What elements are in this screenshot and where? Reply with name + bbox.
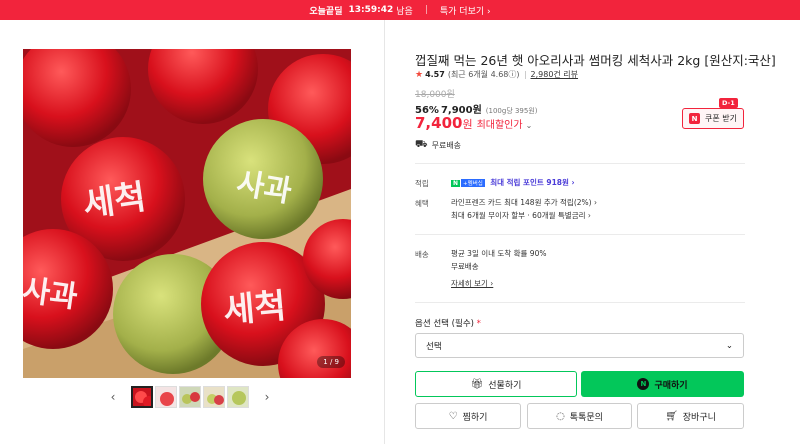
thumbnail-4[interactable] bbox=[203, 386, 225, 408]
promo-more-link[interactable]: 특가 더보기 › bbox=[440, 4, 491, 17]
thumbnail-5[interactable] bbox=[227, 386, 249, 408]
npay-n: N bbox=[451, 179, 461, 187]
cart-icon: 🛒︎ bbox=[665, 410, 678, 422]
delivery-fee: 무료배송 bbox=[451, 262, 479, 271]
option-label: 옵션 선택 (필수) * bbox=[415, 317, 481, 329]
promo-timer: 13:59:42 bbox=[348, 5, 394, 15]
thumbnail-1[interactable] bbox=[131, 386, 153, 408]
gift-icon: 🎁︎ bbox=[470, 378, 484, 390]
thumb-prev-icon[interactable]: ‹ bbox=[105, 390, 121, 404]
thumbnail-strip: ‹ › bbox=[105, 386, 275, 408]
naver-n-icon: N bbox=[689, 113, 700, 124]
option-select[interactable]: 선택 ⌄ bbox=[415, 333, 744, 358]
npay-membership-icon: N +멤버십 bbox=[451, 179, 485, 187]
benefit-card-link[interactable]: 라인프렌즈 카드 최대 148원 추가 적립(2%) › bbox=[451, 197, 597, 208]
rating-detail: (최근 6개월 4.68ⓘ) bbox=[447, 70, 520, 79]
coupon-dday-badge: D-1 bbox=[719, 98, 738, 108]
chevron-down-icon: ⌄ bbox=[525, 121, 533, 130]
section-divider bbox=[415, 234, 745, 235]
delivery-detail-link[interactable]: 자세히 보기 › bbox=[451, 278, 493, 289]
final-price: 7,400 bbox=[415, 114, 463, 132]
buy-button[interactable]: N 구매하기 bbox=[581, 371, 744, 397]
review-count-link[interactable]: 2,980건 리뷰 bbox=[531, 69, 579, 80]
option-select-value: 선택 bbox=[426, 341, 442, 352]
promo-timer-suffix: 남음 bbox=[396, 6, 413, 17]
product-main-image[interactable]: 세척 사과 세척 사과 1 / 9 bbox=[23, 49, 351, 378]
cart-label: 장바구니 bbox=[682, 412, 716, 423]
svg-text:사과: 사과 bbox=[23, 273, 80, 315]
section-divider bbox=[415, 302, 745, 303]
buy-label: 구매하기 bbox=[654, 380, 688, 391]
topbar-divider: | bbox=[424, 5, 428, 15]
thumb-next-icon[interactable]: › bbox=[259, 390, 275, 404]
apple-box-illustration: 세척 사과 세척 사과 bbox=[23, 49, 351, 378]
truck-icon: ⛟ bbox=[415, 139, 428, 150]
top-promo-bar: 오늘끝딜 13:59:42 남음 | 특가 더보기 › bbox=[0, 0, 800, 20]
coupon-button[interactable]: N 쿠폰 받기 bbox=[682, 108, 744, 129]
layout-divider bbox=[384, 20, 385, 444]
wishlist-label: 찜하기 bbox=[462, 412, 488, 423]
option-label-text: 옵션 선택 (필수) bbox=[415, 319, 474, 329]
heart-icon: ♡ bbox=[448, 410, 458, 422]
cart-button[interactable]: 🛒︎ 장바구니 bbox=[637, 403, 744, 429]
benefit-installment-link[interactable]: 최대 6개월 무이자 할부 · 60개월 특별금리 › bbox=[451, 210, 591, 221]
delivery-label: 배송 bbox=[415, 250, 429, 259]
original-price: 18,000원 bbox=[415, 90, 455, 100]
delivery-eta: 평균 3일 이내 도착 확률 90% bbox=[451, 249, 547, 258]
points-row[interactable]: N +멤버십 최대 적립 포인트 918원 › bbox=[451, 177, 575, 188]
thumbnail-3[interactable] bbox=[179, 386, 201, 408]
npay-plus: +멤버십 bbox=[461, 179, 485, 187]
coupon-label: 쿠폰 받기 bbox=[705, 114, 737, 123]
gift-button[interactable]: 🎁︎ 선물하기 bbox=[415, 371, 577, 397]
talktalk-label: 톡톡문의 bbox=[569, 412, 603, 423]
product-title: 껍질째 먹는 26년 햇 아오리사과 썸머킹 세척사과 2kg [원산지:국산] bbox=[415, 53, 776, 68]
star-icon: ★ bbox=[415, 69, 424, 80]
naver-pay-icon: N bbox=[637, 378, 650, 390]
points-text: 최대 적립 포인트 918원 › bbox=[490, 178, 575, 187]
gift-label: 선물하기 bbox=[488, 380, 522, 391]
required-mark: * bbox=[476, 319, 481, 329]
promo-brand: 오늘끝딜 bbox=[309, 6, 343, 17]
final-price-row[interactable]: 7,400 원 최대할인가 ⌄ bbox=[415, 114, 532, 132]
rating-divider bbox=[524, 70, 526, 79]
points-label: 적립 bbox=[415, 179, 429, 188]
image-counter: 1 / 9 bbox=[317, 356, 345, 368]
rating-score: 4.57 bbox=[425, 70, 445, 79]
benefit-label: 혜택 bbox=[415, 199, 429, 208]
wishlist-button[interactable]: ♡ 찜하기 bbox=[415, 403, 521, 429]
shipping-row: ⛟ 무료배송 bbox=[415, 139, 461, 152]
chat-bubble-icon: ◌ bbox=[556, 410, 565, 422]
rating-row: ★ 4.57 (최근 6개월 4.68ⓘ) 2,980건 리뷰 bbox=[415, 69, 578, 80]
shipping-label: 무료배송 bbox=[431, 141, 462, 150]
svg-text:세척: 세척 bbox=[222, 286, 288, 331]
final-price-label: 최대할인가 bbox=[476, 120, 523, 131]
section-divider bbox=[415, 163, 745, 164]
chevron-down-icon: ⌄ bbox=[725, 340, 733, 351]
thumbnail-2[interactable] bbox=[155, 386, 177, 408]
final-price-currency: 원 bbox=[462, 118, 473, 131]
talktalk-button[interactable]: ◌ 톡톡문의 bbox=[527, 403, 632, 429]
